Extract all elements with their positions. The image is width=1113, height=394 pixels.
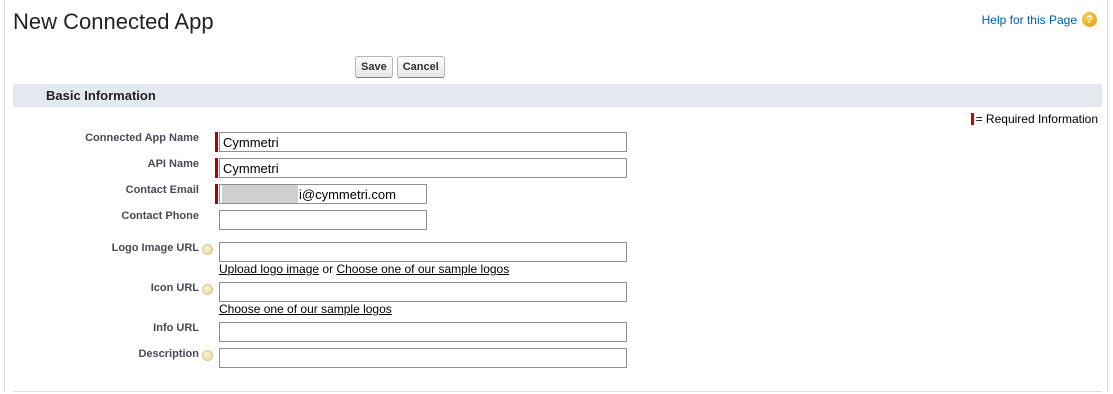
icon-links: Choose one of our sample logos (219, 302, 392, 316)
button-bar: Save Cancel (355, 56, 445, 78)
required-legend-text: = Required Information (975, 112, 1098, 126)
help-link[interactable]: Help for this Page ? (982, 12, 1097, 27)
api-name-label: API Name (147, 158, 199, 170)
sample-logos-link[interactable]: Choose one of our sample logos (219, 302, 392, 316)
logo-links: Upload logo image or Choose one of our s… (219, 262, 509, 276)
save-button[interactable]: Save (355, 56, 393, 78)
cancel-button[interactable]: Cancel (396, 56, 445, 78)
help-label[interactable]: Help for this Page (982, 13, 1077, 27)
info-icon[interactable] (202, 244, 213, 255)
icon-url-input[interactable] (219, 282, 627, 302)
info-icon[interactable] (202, 350, 213, 361)
phone-input[interactable] (219, 210, 427, 230)
info-icon[interactable] (202, 284, 213, 295)
app-name-label: Connected App Name (85, 132, 199, 144)
info-url-input[interactable] (219, 322, 627, 342)
sample-logos-link[interactable]: Choose one of our sample logos (336, 262, 509, 276)
required-legend: = Required Information (970, 112, 1098, 126)
required-indicator (215, 132, 218, 152)
or-text: or (322, 262, 334, 276)
section-title: Basic Information (46, 88, 156, 103)
upload-logo-link[interactable]: Upload logo image (219, 262, 319, 276)
api-name-input[interactable] (219, 158, 627, 178)
required-indicator (215, 158, 218, 178)
required-indicator (215, 184, 218, 204)
app-name-input[interactable] (219, 132, 627, 152)
logo-url-input[interactable] (219, 242, 627, 262)
required-marker-icon (970, 113, 974, 125)
description-label: Description (138, 348, 199, 360)
section-header: Basic Information (13, 84, 1102, 107)
email-label: Contact Email (125, 184, 199, 196)
redacted-block (222, 185, 298, 203)
question-icon[interactable]: ? (1082, 12, 1097, 27)
page-title: New Connected App (13, 9, 214, 34)
divider (13, 391, 1102, 392)
description-input[interactable] (219, 348, 627, 368)
info-url-label: Info URL (153, 322, 199, 334)
phone-label: Contact Phone (121, 210, 199, 222)
icon-url-label: Icon URL (150, 282, 199, 294)
logo-url-label: Logo Image URL (111, 242, 199, 254)
